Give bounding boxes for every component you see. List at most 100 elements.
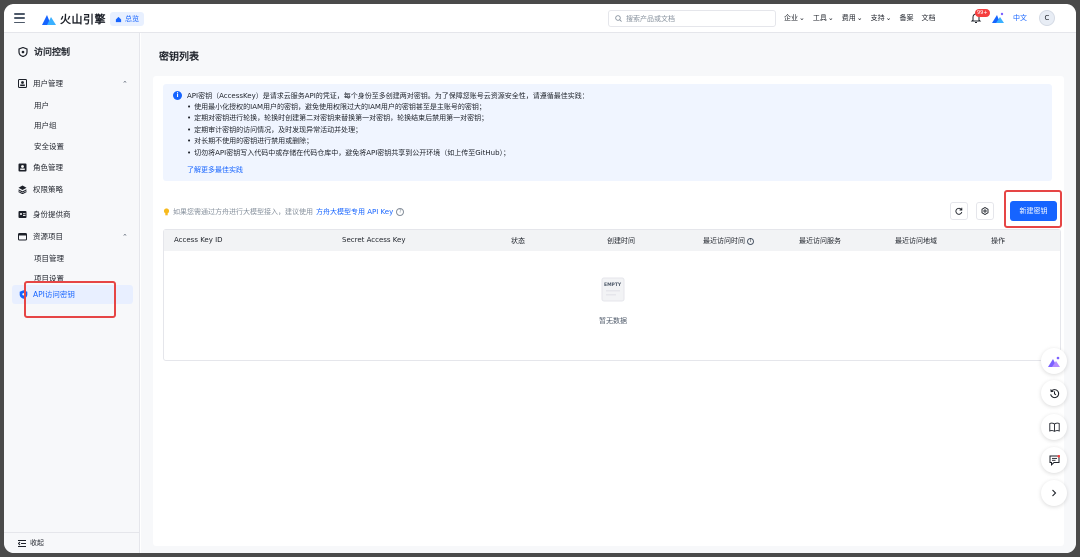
home-icon bbox=[115, 16, 122, 22]
column-header-label: 最近访问时间 bbox=[703, 237, 745, 245]
info-icon[interactable]: i bbox=[747, 237, 754, 245]
book-icon bbox=[1048, 422, 1060, 432]
feedback-float-button[interactable] bbox=[1041, 447, 1067, 473]
ai-assistant-icon[interactable] bbox=[992, 12, 1004, 24]
docs-float-button[interactable] bbox=[1041, 414, 1067, 440]
sidebar-group-label: 资源项目 bbox=[33, 232, 63, 241]
refresh-icon bbox=[955, 207, 963, 215]
history-icon bbox=[1049, 388, 1059, 398]
highlight-box-sidebar-item bbox=[24, 281, 116, 318]
nav-billing[interactable]: 费用 bbox=[842, 13, 863, 23]
nav-enterprise[interactable]: 企业 bbox=[784, 13, 805, 23]
menu-icon[interactable] bbox=[14, 13, 25, 23]
gear-icon bbox=[981, 207, 989, 215]
shield-icon bbox=[18, 46, 28, 57]
top-nav: 企业 工具 费用 支持 备案 文档 bbox=[784, 13, 936, 23]
main-content: 密钥列表 i API密钥（AccessKey）是请求云服务API的凭证，每个身份… bbox=[141, 33, 1076, 553]
sidebar-item-user-groups[interactable]: 用户组 bbox=[34, 120, 57, 131]
brand-name: 火山引擎 bbox=[60, 13, 106, 26]
sidebar-item-role-management[interactable]: 角色管理 bbox=[18, 162, 63, 173]
sidebar-title-label: 访问控制 bbox=[34, 48, 71, 58]
sidebar-group-user-management[interactable]: 用户管理 ⌃ bbox=[18, 78, 128, 89]
content-card: i API密钥（AccessKey）是请求云服务API的凭证，每个身份至多创建两… bbox=[153, 76, 1064, 546]
notice-item: 切勿将API密钥写入代码中或存储在代码仓库中，避免将API密钥共享到公开环境（如… bbox=[187, 148, 510, 159]
column-header: Access Key ID bbox=[174, 236, 223, 244]
sidebar-group-label: 用户管理 bbox=[33, 79, 63, 88]
lightbulb-icon bbox=[163, 208, 170, 216]
notice-item: 对长期不使用的密钥进行禁用或删除； bbox=[187, 136, 510, 147]
notice-title: API密钥（AccessKey）是请求云服务API的凭证，每个身份至多创建两对密… bbox=[187, 92, 589, 100]
id-card-icon bbox=[18, 211, 27, 218]
user-management-icon bbox=[18, 79, 27, 88]
nav-docs[interactable]: 文档 bbox=[922, 13, 936, 23]
ark-api-key-hint: 如果您需通过方舟进行大模型接入，建议使用 方舟大模型专用 API Key ? bbox=[163, 207, 405, 217]
history-float-button[interactable] bbox=[1041, 380, 1067, 406]
empty-illustration: EMPTY bbox=[601, 277, 625, 302]
help-icon[interactable]: ? bbox=[396, 208, 405, 216]
highlight-box-create-button bbox=[1004, 190, 1062, 228]
empty-text: 暂无数据 bbox=[599, 317, 627, 325]
notification-badge: 99+ bbox=[975, 9, 990, 17]
ark-api-key-link[interactable]: 方舟大模型专用 API Key bbox=[316, 207, 393, 217]
app-window: 火山引擎 总览 搜索产品或文档 企业 工具 费用 支持 备案 文档 99+ 中文 bbox=[4, 4, 1076, 553]
sidebar-title: 访问控制 bbox=[18, 45, 70, 58]
brand-logo[interactable]: 火山引擎 bbox=[42, 11, 106, 27]
sidebar-item-permission-policy[interactable]: 权限策略 bbox=[18, 184, 63, 195]
folder-icon bbox=[18, 233, 27, 241]
ai-mountain-icon bbox=[1048, 356, 1060, 367]
column-header: 最近访问服务 bbox=[799, 237, 841, 245]
access-key-table: Access Key ID Secret Access Key 状态 创建时间 … bbox=[163, 229, 1061, 361]
column-header: 状态 bbox=[511, 237, 525, 245]
role-icon bbox=[18, 163, 27, 172]
expand-float-button[interactable] bbox=[1041, 480, 1067, 506]
column-header: 最近访问地域 bbox=[895, 237, 937, 245]
home-label: 总览 bbox=[125, 15, 139, 23]
sidebar-group-resource-project[interactable]: 资源项目 ⌃ bbox=[18, 231, 128, 242]
table-header: Access Key ID Secret Access Key 状态 创建时间 … bbox=[164, 230, 1060, 251]
nav-support[interactable]: 支持 bbox=[871, 13, 892, 23]
collapse-label: 收起 bbox=[30, 539, 44, 547]
sidebar-item-security-settings[interactable]: 安全设置 bbox=[34, 141, 64, 152]
empty-illustration-label: EMPTY bbox=[604, 282, 622, 288]
column-header-last-access-time: 最近访问时间 i bbox=[703, 236, 754, 246]
collapse-icon bbox=[18, 539, 26, 547]
chevron-right-icon bbox=[1052, 489, 1057, 497]
sidebar-item-identity-provider[interactable]: 身份提供商 bbox=[18, 209, 71, 220]
hint-text: 如果您需通过方舟进行大模型接入，建议使用 bbox=[173, 208, 313, 216]
sidebar-item-label: 角色管理 bbox=[33, 163, 63, 172]
sidebar-item-label: 权限策略 bbox=[33, 185, 63, 194]
page-title: 密钥列表 bbox=[159, 52, 199, 63]
search-placeholder: 搜索产品或文档 bbox=[626, 14, 675, 23]
feedback-icon bbox=[1049, 454, 1060, 466]
notice-item: 定期审计密钥的访问情况，及时发现异常活动并处理； bbox=[187, 125, 510, 136]
search-icon bbox=[615, 15, 622, 22]
nav-filing[interactable]: 备案 bbox=[900, 13, 914, 23]
layers-icon bbox=[18, 185, 27, 194]
sidebar-item-users[interactable]: 用户 bbox=[34, 100, 49, 111]
best-practice-notice: i API密钥（AccessKey）是请求云服务API的凭证，每个身份至多创建两… bbox=[163, 84, 1052, 181]
column-header: Secret Access Key bbox=[342, 236, 406, 244]
nav-tools[interactable]: 工具 bbox=[813, 13, 834, 23]
top-bar: 火山引擎 总览 搜索产品或文档 企业 工具 费用 支持 备案 文档 99+ 中文 bbox=[4, 4, 1076, 33]
search-box[interactable]: 搜索产品或文档 bbox=[608, 10, 776, 27]
chevron-up-icon: ⌃ bbox=[122, 79, 128, 88]
info-icon: i bbox=[173, 91, 182, 100]
notice-list: 使用最小化授权的IAM用户的密钥，避免使用权限过大的IAM用户的密钥甚至是主账号… bbox=[187, 102, 510, 159]
sidebar-item-label: 身份提供商 bbox=[33, 210, 71, 219]
empty-state: EMPTY 暂无数据 bbox=[589, 276, 637, 326]
user-avatar[interactable]: C bbox=[1039, 10, 1055, 26]
chevron-up-icon: ⌃ bbox=[122, 232, 128, 241]
home-button[interactable]: 总览 bbox=[110, 12, 144, 26]
best-practice-link[interactable]: 了解更多最佳实践 bbox=[187, 165, 243, 175]
language-switch[interactable]: 中文 bbox=[1013, 13, 1027, 23]
settings-button[interactable] bbox=[976, 202, 994, 220]
notice-item: 定期对密钥进行轮换，轮换时创建第二对密钥来替换第一对密钥，轮换结束后禁用第一对密… bbox=[187, 113, 510, 124]
column-header: 创建时间 bbox=[607, 237, 635, 245]
notice-item: 使用最小化授权的IAM用户的密钥，避免使用权限过大的IAM用户的密钥甚至是主账号… bbox=[187, 102, 510, 113]
sidebar-item-project-management[interactable]: 项目管理 bbox=[34, 253, 64, 264]
column-header: 操作 bbox=[991, 237, 1005, 245]
volcano-logo-icon bbox=[42, 15, 56, 25]
sidebar-collapse-button[interactable]: 收起 bbox=[4, 532, 140, 553]
ai-helper-float-button[interactable] bbox=[1041, 348, 1067, 374]
refresh-button[interactable] bbox=[950, 202, 968, 220]
